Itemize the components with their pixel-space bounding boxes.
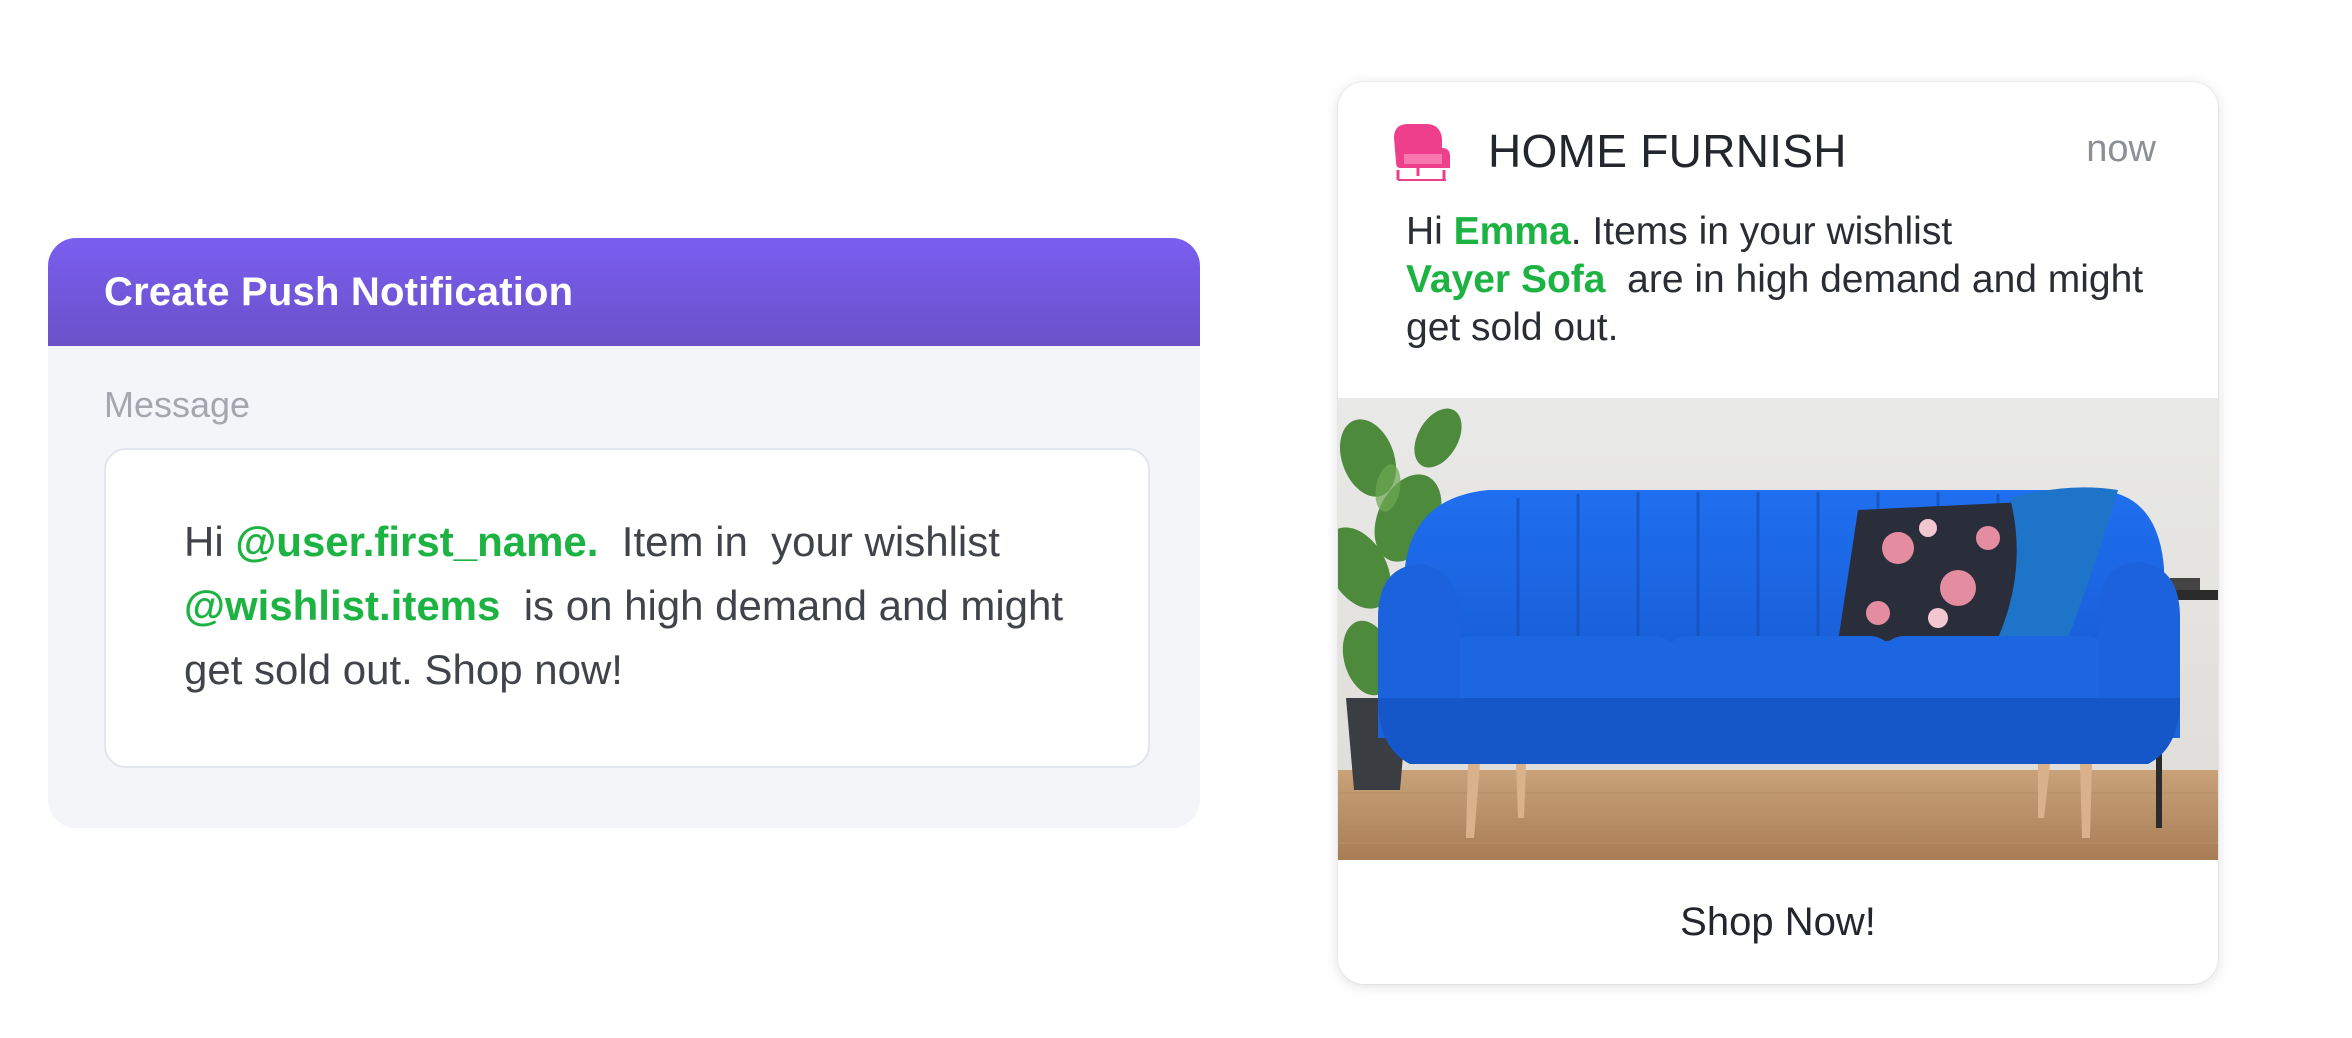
body-greeting: Hi <box>1406 210 1454 253</box>
body-item: Vayer Sofa <box>1406 258 1606 301</box>
notification-preview[interactable]: HOME FURNISH now Hi Emma. Items in your … <box>1338 82 2218 984</box>
armchair-icon <box>1394 124 1450 181</box>
message-input[interactable]: Hi @user.first_name. Item in your wishli… <box>104 448 1150 768</box>
app-name: HOME FURNISH <box>1488 125 1847 177</box>
composer-header: Create Push Notification <box>48 238 1200 346</box>
message-greeting: Hi <box>184 518 236 565</box>
body-name: Emma <box>1453 210 1571 253</box>
token-wishlist-items: @wishlist.items <box>184 582 501 629</box>
notification-body: Hi Emma. Items in your wishlist Vayer So… <box>1406 208 2166 352</box>
notification-time: now <box>2086 128 2156 170</box>
composer-title: Create Push Notification <box>104 269 574 314</box>
push-composer-card: Create Push Notification Message Hi @use… <box>48 238 1200 828</box>
message-label: Message <box>104 384 251 425</box>
token-first-name: @user.first_name. <box>235 518 599 565</box>
message-text-1: Item in your wishlist <box>598 518 1012 565</box>
blue-sofa-photo <box>1338 398 2218 860</box>
body-text-1: . Items in your wishlist <box>1570 210 1953 253</box>
shop-now-button[interactable]: Shop Now! <box>1338 860 2218 984</box>
